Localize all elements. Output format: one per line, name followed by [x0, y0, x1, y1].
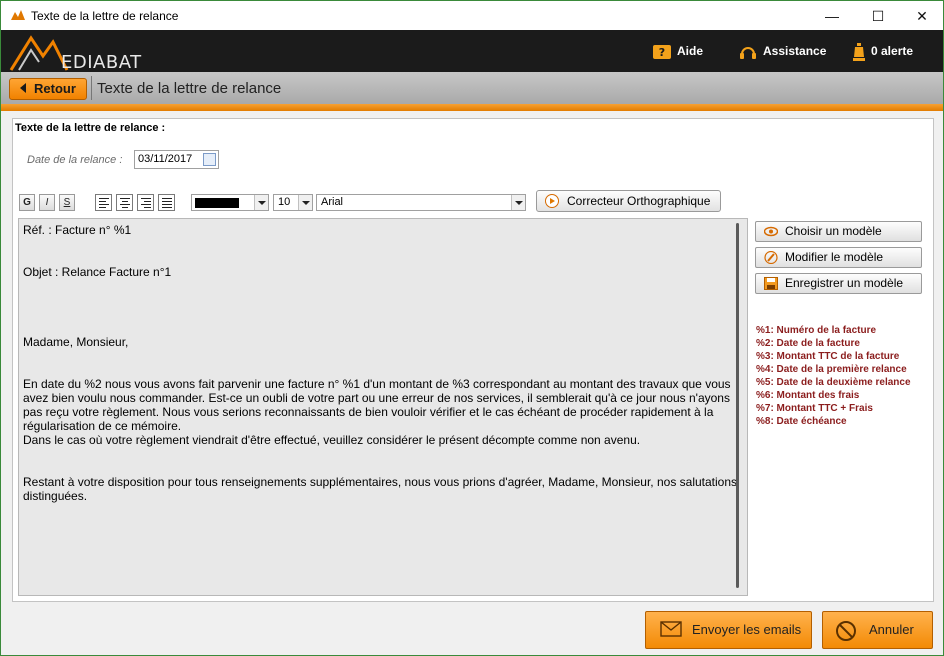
- align-center-icon[interactable]: [116, 194, 133, 211]
- date-label: Date de la relance :: [27, 154, 123, 166]
- font-size-select[interactable]: 10: [273, 194, 313, 211]
- help-icon: ?: [653, 44, 671, 59]
- cancel-button[interactable]: Annuler: [822, 611, 933, 649]
- window-title: Texte de la lettre de relance: [31, 9, 179, 23]
- align-right-icon[interactable]: [137, 194, 154, 211]
- letter-subject: Objet : Relance Facture n°1: [23, 265, 172, 279]
- close-button[interactable]: ✕: [899, 1, 944, 31]
- chevron-down-icon[interactable]: [254, 195, 268, 210]
- align-justify-icon[interactable]: [158, 194, 175, 211]
- placeholder-legend: %1: Numéro de la facture %2: Date de la …: [756, 324, 911, 428]
- help-link[interactable]: ? Aide: [653, 42, 703, 60]
- calendar-icon[interactable]: [203, 153, 216, 166]
- accent-divider: [0, 104, 944, 111]
- nav-divider: [91, 76, 92, 100]
- group-title: Texte de la lettre de relance :: [15, 122, 166, 134]
- app-logo-icon: [11, 10, 25, 20]
- italic-button[interactable]: I: [39, 194, 55, 211]
- align-left-icon[interactable]: [95, 194, 112, 211]
- bold-button[interactable]: G: [19, 194, 35, 211]
- send-emails-button[interactable]: Envoyer les emails: [645, 611, 812, 649]
- letter-editor[interactable]: Réf. : Facture n° %1 Objet : Relance Fac…: [18, 218, 748, 596]
- floppy-disk-icon: [764, 277, 778, 290]
- color-swatch: [195, 198, 239, 208]
- minimize-button[interactable]: —: [809, 1, 855, 31]
- app-header: EDIABAT ? Aide Assistance 0 alerte: [0, 30, 944, 73]
- letter-closing: Restant à votre disposition pour tous re…: [23, 475, 738, 503]
- chevron-down-icon[interactable]: [511, 195, 525, 210]
- underline-button[interactable]: S: [59, 194, 75, 211]
- reminder-date-field[interactable]: 03/11/2017: [134, 150, 219, 169]
- letter-body-1: En date du %2 nous vous avons fait parve…: [23, 377, 734, 433]
- svg-text:?: ?: [659, 46, 665, 59]
- editor-scrollbar[interactable]: [733, 223, 742, 588]
- letter-greeting: Madame, Monsieur,: [23, 335, 129, 349]
- pencil-icon: [764, 251, 778, 264]
- legend-item: %8: Date échéance: [756, 416, 847, 427]
- maximize-button[interactable]: ☐: [855, 1, 901, 31]
- mediabat-logo: EDIABAT: [9, 32, 189, 73]
- assistance-link[interactable]: Assistance: [739, 42, 826, 60]
- eye-icon: [764, 226, 778, 237]
- window-titlebar: Texte de la lettre de relance — ☐ ✕: [0, 0, 944, 30]
- nav-bar: Retour Texte de la lettre de relance: [0, 72, 944, 104]
- prohibited-icon: [836, 621, 856, 641]
- scrollbar-thumb[interactable]: [736, 223, 739, 588]
- choose-template-button[interactable]: Choisir un modèle: [755, 221, 922, 242]
- alerts-link[interactable]: 0 alerte: [853, 42, 913, 61]
- letter-groupbox: Texte de la lettre de relance : Date de …: [12, 118, 934, 602]
- legend-item: %2: Date de la facture: [756, 338, 860, 349]
- legend-item: %3: Montant TTC de la facture: [756, 351, 900, 362]
- chevron-down-icon[interactable]: [298, 195, 312, 210]
- save-template-button[interactable]: Enregistrer un modèle: [755, 273, 922, 294]
- main-content: Texte de la lettre de relance : Date de …: [0, 111, 944, 656]
- back-button[interactable]: Retour: [9, 78, 87, 100]
- headset-icon: [740, 46, 756, 59]
- logo-mark-icon: [9, 35, 69, 71]
- edit-template-button[interactable]: Modifier le modèle: [755, 247, 922, 268]
- legend-item: %4: Date de la première relance: [756, 364, 907, 375]
- letter-body-2: Dans le cas où votre règlement viendrait…: [23, 433, 641, 447]
- text-color-select[interactable]: [191, 194, 269, 211]
- back-arrow-icon: [20, 83, 27, 93]
- spellcheck-button[interactable]: Correcteur Orthographique: [536, 190, 721, 212]
- page-title: Texte de la lettre de relance: [97, 80, 282, 97]
- legend-item: %1: Numéro de la facture: [756, 325, 877, 336]
- envelope-icon: [660, 621, 682, 637]
- font-family-select[interactable]: Arial: [316, 194, 526, 211]
- legend-item: %5: Date de la deuxième relance: [756, 377, 911, 388]
- play-circle-icon: [545, 194, 559, 208]
- alert-beacon-icon: [853, 42, 865, 61]
- legend-item: %7: Montant TTC + Frais: [756, 403, 873, 414]
- letter-ref: Réf. : Facture n° %1: [23, 223, 132, 237]
- legend-item: %6: Montant des frais: [756, 390, 860, 401]
